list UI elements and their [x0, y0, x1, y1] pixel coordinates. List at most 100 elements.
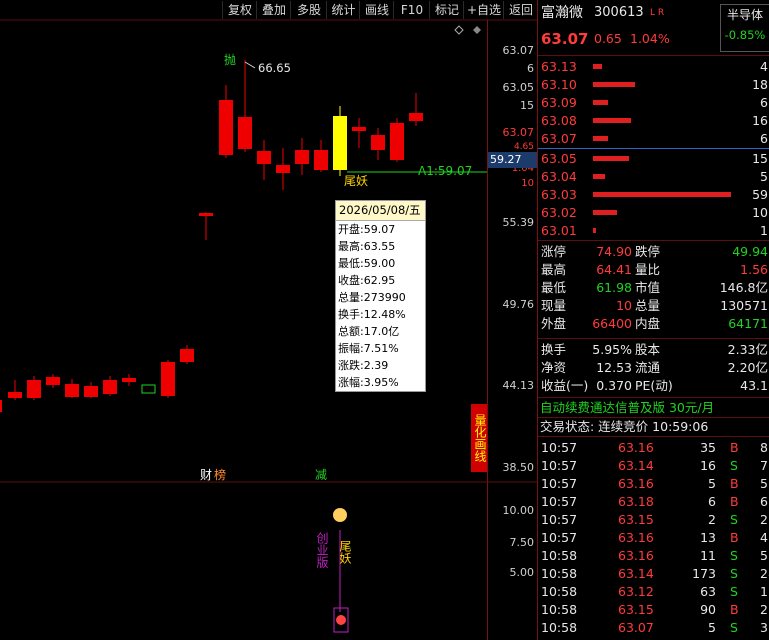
tick-row: 10:58 63.15 90 B 27: [538, 601, 769, 619]
stats-row: 最低 61.98 市值 146.8亿: [538, 279, 769, 297]
kline-chart[interactable]: [0, 0, 537, 640]
stat-label: 换手: [541, 342, 567, 357]
price-axis: 63.07 6 63.05 15 63.07 4.65 1.04 10 55.3…: [487, 20, 540, 640]
bid-volume: 10: [752, 205, 768, 220]
quant-draw-button[interactable]: 量化画线: [471, 404, 488, 472]
tick-row: 10:57 63.16 35 B 8: [538, 439, 769, 457]
tick-direction: B: [730, 530, 739, 545]
stat-label: 量比: [635, 262, 661, 277]
stat-value: 61.98: [596, 280, 632, 295]
ask-row[interactable]: 63.10 18: [538, 76, 769, 94]
tooltip-low: 最低:59.00: [338, 257, 396, 270]
tooltip-amplitude: 振幅:7.51%: [338, 342, 399, 355]
tooltip-close: 收盘:62.95: [338, 274, 396, 287]
stat-label: PE(动): [635, 378, 673, 393]
tick-row: 10:58 63.12 63 S 17: [538, 583, 769, 601]
ask-volume: 18: [752, 77, 768, 92]
stat-value: 49.94: [732, 244, 768, 259]
bid-volume-bar: [593, 174, 605, 179]
ask-volume-bar: [593, 136, 608, 141]
sell-mark: 抛: [224, 53, 237, 67]
promo-text[interactable]: 自动续费通达信普及版 30元/月: [540, 399, 769, 417]
chuangye-label: 创业版: [315, 532, 329, 568]
stat-label: 总量: [635, 298, 661, 313]
candles-lower: [0, 212, 213, 412]
bid-row[interactable]: 63.03 59: [538, 186, 769, 204]
ask-row[interactable]: 63.09 6: [538, 94, 769, 112]
bid-row[interactable]: 63.01 1: [538, 222, 769, 240]
stat-label: 净资: [541, 360, 567, 375]
tick-time: 10:58: [541, 620, 578, 635]
tick-volume: 2: [708, 512, 716, 527]
tick-direction: S: [730, 584, 738, 599]
ask-row[interactable]: 63.08 16: [538, 112, 769, 130]
axis-label: 55.39: [502, 216, 535, 229]
stat-value: 1.56: [740, 262, 768, 277]
tick-time: 10:57: [541, 440, 578, 455]
trade-status: 交易状态: 连续竞价 10:59:06: [540, 419, 709, 434]
stat-value: 12.53: [596, 360, 632, 375]
tick-direction: B: [730, 494, 739, 509]
ask-volume-bar: [593, 118, 631, 123]
tick-row: 10:57 63.16 5 B 5: [538, 475, 769, 493]
tick-direction: S: [730, 512, 738, 527]
axis-label: 5.00: [509, 566, 535, 579]
tick-price: 63.07: [618, 620, 654, 635]
stats-row: 最高 64.41 量比 1.56: [538, 261, 769, 279]
tick-volume: 173: [692, 566, 716, 581]
price-pct: 1.04%: [630, 31, 670, 46]
tooltip-turnover: 换手:12.48%: [338, 308, 406, 321]
tick-time: 10:58: [541, 584, 578, 599]
jian-label: 减: [315, 468, 328, 482]
tick-volume: 16: [700, 458, 716, 473]
stat-value: 66400: [592, 316, 632, 331]
tick-direction: S: [730, 548, 738, 563]
stat-value: 64.41: [596, 262, 632, 277]
stat-value: 5.95%: [592, 342, 632, 357]
money-bag-icon: [333, 508, 347, 522]
bid-price: 63.04: [541, 169, 577, 184]
tick-count: 5: [760, 548, 768, 563]
ask-row[interactable]: 63.13 4: [538, 58, 769, 76]
stat-value: 43.1: [740, 378, 768, 393]
tick-price: 63.16: [618, 548, 654, 563]
stock-code: 300613: [594, 5, 644, 20]
tick-volume: 35: [700, 440, 716, 455]
tooltip-high: 最高:63.55: [338, 240, 396, 253]
tick-count: 7: [760, 458, 768, 473]
stat-label: 内盘: [635, 316, 661, 331]
tick-time: 10:58: [541, 602, 578, 617]
bid-price: 63.02: [541, 205, 577, 220]
tick-time: 10:57: [541, 530, 578, 545]
bang-label: 榜: [214, 468, 227, 482]
bid-volume-bar: [593, 192, 731, 197]
tick-time: 10:57: [541, 512, 578, 527]
tick-count: 27: [760, 602, 769, 617]
tick-direction: S: [730, 458, 738, 473]
tooltip-pct: 涨幅:3.95%: [338, 376, 399, 389]
axis-label: 4.65: [513, 142, 534, 152]
axis-label: 7.50: [509, 536, 535, 549]
sector-name: 半导体: [726, 8, 763, 22]
tick-count: 3: [760, 620, 768, 635]
current-price-tag: 59.27: [488, 152, 540, 168]
bid-volume: 15: [752, 151, 768, 166]
bid-row[interactable]: 63.02 10: [538, 204, 769, 222]
ask-price: 63.13: [541, 59, 577, 74]
ask-volume: 16: [752, 113, 768, 128]
tick-volume: 63: [700, 584, 716, 599]
flag-icon: [336, 615, 346, 625]
stat-label: 最低: [541, 280, 567, 295]
bid-row[interactable]: 63.04 5: [538, 168, 769, 186]
tick-price: 63.12: [618, 584, 654, 599]
bid-row[interactable]: 63.05 15: [538, 150, 769, 168]
ask-volume: 6: [760, 131, 768, 146]
stat-label: 收益(一): [541, 378, 589, 393]
tick-volume: 5: [708, 476, 716, 491]
current-price: 63.07: [541, 30, 589, 48]
tick-price: 63.16: [618, 530, 654, 545]
tick-row: 10:58 63.14 173 S 28: [538, 565, 769, 583]
ask-row[interactable]: 63.07 6: [538, 130, 769, 148]
tooltip-amount: 总额:17.0亿: [338, 325, 400, 338]
bid-price: 63.03: [541, 187, 577, 202]
